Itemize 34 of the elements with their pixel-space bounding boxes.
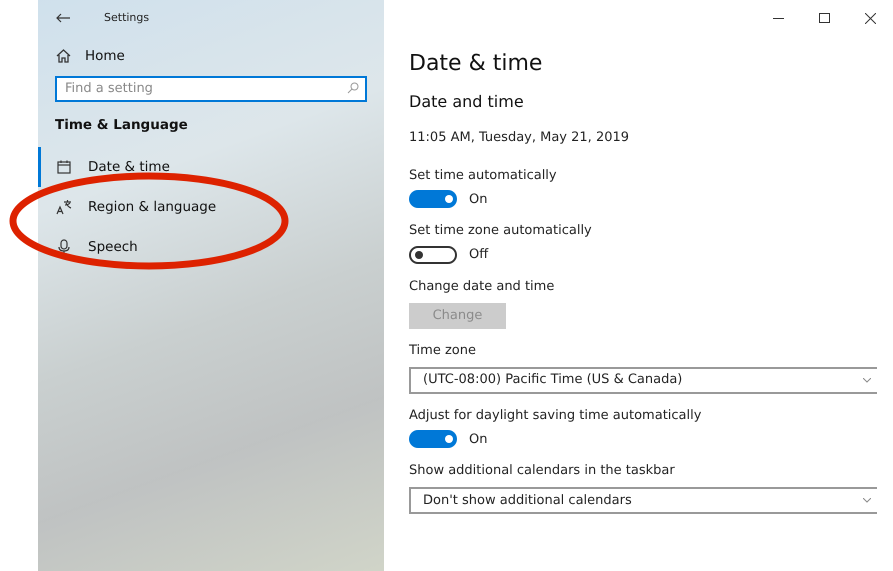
home-icon — [56, 49, 71, 63]
dropdown-field[interactable]: (UTC-08:00) Pacific Time (US & Canada) — [409, 366, 877, 394]
toggle-switch[interactable] — [409, 430, 457, 448]
window-title: Settings — [104, 10, 150, 26]
dropdown-field[interactable]: Don't show additional calendars — [409, 487, 877, 514]
setting-label: Set time automatically — [409, 168, 558, 184]
sidebar-item[interactable]: Speech — [38, 227, 384, 268]
microphone-icon — [56, 239, 72, 256]
setting-label: Time zone — [409, 342, 477, 358]
setting-label: Change date and time — [409, 278, 556, 294]
sidebar-item[interactable]: Date & time — [38, 147, 384, 188]
home-item[interactable]: Home — [38, 46, 384, 66]
toggle-state: Off — [469, 246, 488, 264]
search-icon — [347, 82, 359, 94]
setting-label: Show additional calendars in the taskbar — [409, 463, 676, 479]
sidebar-item[interactable]: Region & language — [38, 187, 384, 228]
setting-label: Adjust for daylight saving time automatically — [409, 408, 702, 424]
language-icon — [56, 199, 72, 216]
setting-label: Set time zone automatically — [409, 223, 593, 239]
maximize-icon — [818, 13, 830, 23]
toggle-switch[interactable] — [409, 246, 457, 264]
toggle-state: On — [469, 430, 488, 448]
toggle-switch[interactable] — [409, 190, 457, 208]
current-date-time: 11:05 AM, Tuesday, May 21, 2019 — [409, 129, 630, 147]
section-heading: Time & Language — [54, 116, 189, 135]
search-field[interactable]: Find a setting — [55, 76, 367, 102]
close-icon — [864, 12, 876, 24]
chevron-down-icon — [863, 378, 871, 382]
chevron-down-icon — [863, 498, 871, 503]
back-arrow-icon[interactable] — [56, 13, 70, 23]
page-title: Date & time — [409, 50, 544, 78]
section-title: Date and time — [409, 91, 525, 113]
toggle-state: On — [469, 190, 488, 208]
calendar-icon — [56, 159, 72, 176]
